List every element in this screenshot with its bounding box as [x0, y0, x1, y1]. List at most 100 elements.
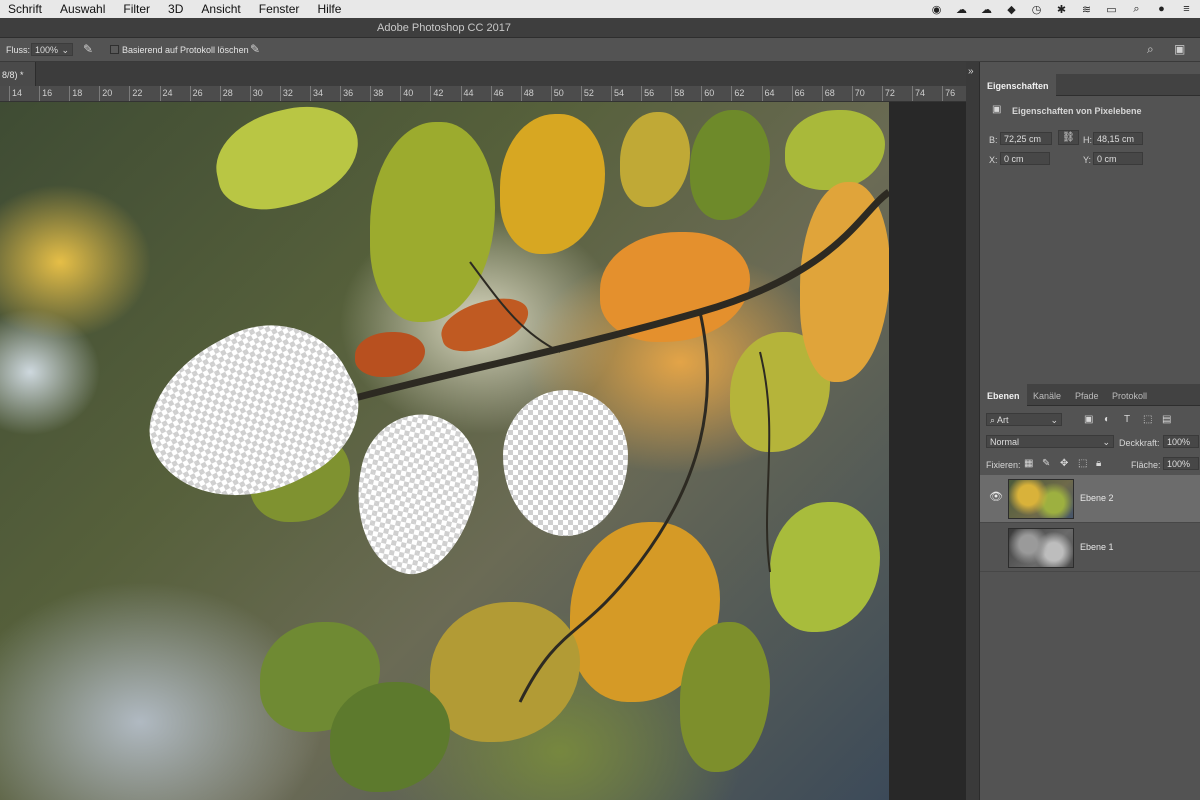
status-icons: ◉ ☁ ☁ ◆ ◷ ✱ ≋ ▭ ⌕ ● ≡: [929, 0, 1194, 18]
ruler-tick-label: 22: [132, 88, 143, 98]
chevron-down-icon: ⌄: [1102, 437, 1110, 447]
ruler-mark: [761, 86, 763, 101]
menu-filter[interactable]: Filter: [114, 2, 159, 16]
ruler-mark: [671, 86, 673, 101]
airbrush-icon[interactable]: ✎: [83, 42, 93, 56]
ruler-tick-label: 70: [854, 88, 865, 98]
filter-type-icon[interactable]: T: [1124, 414, 1130, 425]
lock-brush-icon[interactable]: ✎: [1042, 458, 1050, 469]
tab-kanaele[interactable]: Kanäle: [1026, 384, 1068, 406]
flow-select[interactable]: 100% ⌄: [31, 43, 73, 56]
ruler-mark: [400, 86, 402, 101]
layer-row-ebene-1[interactable]: Ebene 1: [980, 524, 1200, 572]
ruler-mark: [641, 86, 643, 101]
menu-3d[interactable]: 3D: [159, 2, 192, 16]
lock-transparency-icon[interactable]: ▦: [1024, 458, 1033, 469]
ruler-tick-label: 16: [42, 88, 53, 98]
time-machine-icon[interactable]: ◷: [1029, 3, 1044, 16]
lock-move-icon[interactable]: ✥: [1060, 458, 1068, 469]
menu-fenster[interactable]: Fenster: [250, 2, 309, 16]
ruler-mark: [310, 86, 311, 101]
ruler-mark: [731, 86, 733, 101]
lock-artboard-icon[interactable]: ⬚: [1078, 458, 1087, 469]
tab-ebenen[interactable]: Ebenen: [980, 384, 1027, 406]
ruler-tick-label: 36: [343, 88, 354, 98]
siri-icon[interactable]: ●: [1154, 3, 1169, 15]
protocol-checkbox[interactable]: [110, 45, 119, 54]
eye-icon[interactable]: 👁︎: [989, 490, 1003, 503]
ruler-mark: [550, 86, 552, 101]
ruler-tick-label: 68: [824, 88, 835, 98]
ruler-mark: [99, 86, 101, 101]
ruler-mark: [9, 86, 10, 101]
document-tab-label: 8/8) *: [2, 70, 24, 80]
ruler-mark: [520, 86, 522, 101]
document-tab-bar: 8/8) *: [0, 62, 979, 86]
fill-field[interactable]: 100%: [1163, 457, 1199, 470]
ruler-mark: [701, 86, 703, 101]
lock-all-icon[interactable]: 🔒︎: [1096, 458, 1101, 469]
layer-row-ebene-2[interactable]: 👁︎ Ebene 2: [980, 475, 1200, 523]
panel-dock-strip: »: [966, 62, 979, 800]
ruler-mark: [490, 86, 492, 101]
x-field[interactable]: 0 cm: [1000, 152, 1050, 165]
ruler-mark: [159, 86, 161, 101]
pressure-icon[interactable]: ✎: [250, 42, 260, 56]
chevron-down-icon: ⌄: [61, 45, 69, 55]
ruler-tick-label: 32: [282, 88, 293, 98]
app-title: Adobe Photoshop CC 2017: [377, 22, 511, 34]
layer-name[interactable]: Ebene 1: [1080, 542, 1114, 552]
ruler-mark: [611, 86, 612, 101]
cloud-sync-icon[interactable]: ☁: [954, 3, 969, 16]
filter-adjustment-icon[interactable]: ◐: [1104, 414, 1110, 425]
flow-value: 100%: [35, 45, 59, 55]
properties-section-title: Eigenschaften von Pixelebene: [1012, 106, 1142, 116]
width-field[interactable]: 72,25 cm: [1000, 132, 1052, 145]
wifi-icon[interactable]: ≋: [1079, 3, 1094, 16]
opacity-field[interactable]: 100%: [1163, 435, 1199, 448]
collapse-icon[interactable]: »: [968, 66, 974, 77]
y-field[interactable]: 0 cm: [1093, 152, 1143, 165]
menu-schrift[interactable]: Schrift: [0, 2, 51, 16]
document-image[interactable]: [0, 102, 889, 800]
layer-filter-select[interactable]: ⌕ Art ⌄: [986, 413, 1062, 426]
bluetooth-icon[interactable]: ✱: [1054, 3, 1069, 16]
tab-eigenschaften[interactable]: Eigenschaften: [980, 74, 1056, 96]
blend-mode-select[interactable]: Normal ⌄: [986, 435, 1114, 448]
ruler-tick-label: 40: [403, 88, 414, 98]
ruler-tick-label: 74: [915, 88, 926, 98]
ruler-tick-label: 54: [614, 88, 625, 98]
layer-name[interactable]: Ebene 2: [1080, 493, 1114, 503]
menu-auswahl[interactable]: Auswahl: [51, 2, 114, 16]
menu-hilfe[interactable]: Hilfe: [308, 2, 350, 16]
ruler-tick-label: 62: [734, 88, 745, 98]
link-icon[interactable]: ⛓: [1058, 130, 1079, 145]
ruler-mark: [791, 86, 793, 101]
ruler-tick-label: 50: [553, 88, 564, 98]
document-tab[interactable]: 8/8) *: [0, 62, 36, 86]
record-icon[interactable]: ◉: [929, 3, 944, 16]
canvas-area[interactable]: [0, 102, 966, 800]
filter-smartobject-icon[interactable]: ▤: [1162, 414, 1171, 425]
search-icon: ⌕: [990, 415, 998, 425]
ruler-mark: [580, 86, 582, 101]
filter-pixel-icon[interactable]: ▣: [1084, 414, 1093, 425]
list-icon[interactable]: ≡: [1179, 3, 1194, 15]
ruler-mark: [189, 86, 191, 101]
filter-shape-icon[interactable]: ⬚: [1143, 414, 1152, 425]
tab-protokoll[interactable]: Protokoll: [1105, 384, 1154, 406]
panel-column: Eigenschaften ▣ Eigenschaften von Pixele…: [979, 62, 1200, 800]
ruler-tick-label: 46: [493, 88, 504, 98]
cloud-icon[interactable]: ☁: [979, 3, 994, 16]
search-icon[interactable]: ⌕: [1129, 3, 1144, 16]
search-icon[interactable]: ⌕: [1147, 42, 1154, 57]
workspace-icon[interactable]: ▣: [1174, 42, 1185, 56]
tab-pfade[interactable]: Pfade: [1068, 384, 1106, 406]
clip-icon[interactable]: ◆: [1004, 3, 1019, 16]
menu-ansicht[interactable]: Ansicht: [192, 2, 249, 16]
ruler-tick-label: 76: [945, 88, 956, 98]
ruler-mark: [249, 86, 251, 101]
height-field[interactable]: 48,15 cm: [1093, 132, 1143, 145]
airplay-icon[interactable]: ▭: [1104, 3, 1119, 16]
ruler-tick-label: 64: [764, 88, 775, 98]
